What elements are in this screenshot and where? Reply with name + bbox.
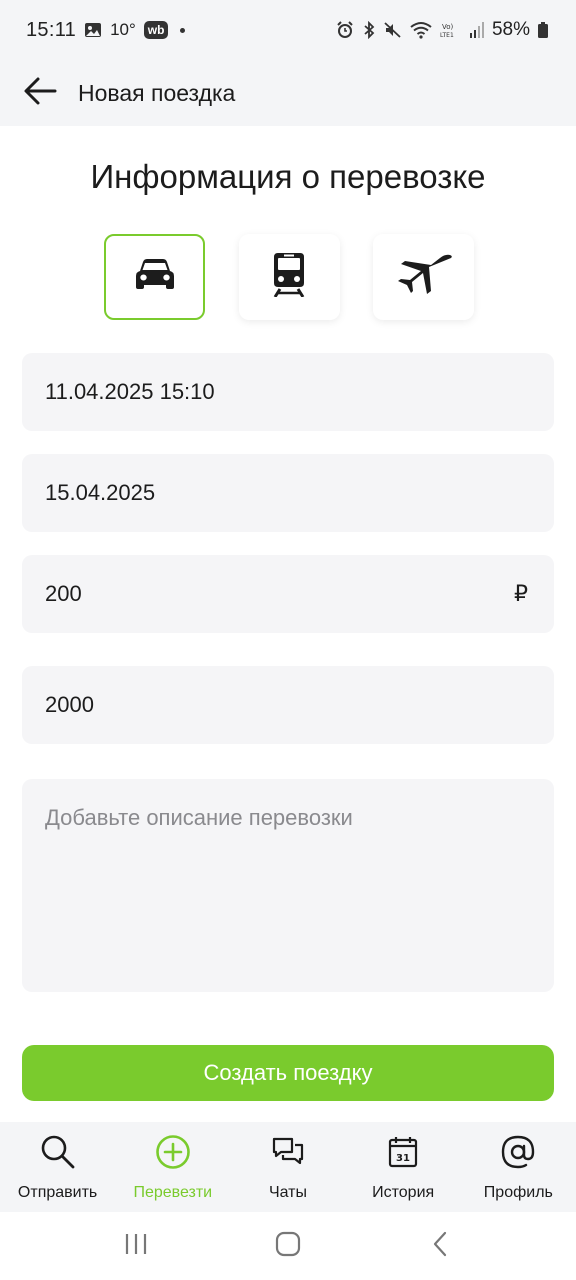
description-textarea[interactable]: Добавьте описание перевозки bbox=[22, 779, 554, 992]
chevron-left-icon bbox=[432, 1231, 448, 1262]
nav-item-send[interactable]: Отправить bbox=[0, 1132, 115, 1202]
nav-item-chats[interactable]: Чаты bbox=[230, 1132, 345, 1202]
signal-icon bbox=[469, 22, 484, 38]
nav-label-chats: Чаты bbox=[268, 1184, 307, 1201]
calendar-day: 31 bbox=[396, 1153, 410, 1164]
recent-apps-button[interactable] bbox=[96, 1221, 176, 1271]
nav-item-history[interactable]: 31 История bbox=[346, 1132, 461, 1202]
train-icon bbox=[273, 252, 305, 302]
transport-type-selector bbox=[104, 234, 474, 320]
battery-icon bbox=[538, 22, 548, 38]
status-bar: 15:11 10° wb Vo) LTE1 58% bbox=[0, 0, 576, 60]
battery-percent: 58% bbox=[491, 19, 530, 40]
status-temperature: 10° bbox=[110, 20, 136, 39]
section-heading: Информация о перевозке bbox=[90, 158, 486, 195]
nav-label-history: История bbox=[372, 1184, 435, 1201]
mute-icon bbox=[384, 21, 402, 39]
system-back-button[interactable] bbox=[400, 1221, 480, 1271]
nav-label-send: Отправить bbox=[17, 1184, 98, 1201]
car-icon bbox=[135, 258, 175, 297]
wifi-icon bbox=[410, 21, 432, 39]
back-button[interactable] bbox=[0, 60, 80, 126]
nav-item-profile[interactable]: Профиль bbox=[461, 1132, 576, 1202]
volte-icon: Vo) LTE1 bbox=[440, 21, 462, 39]
nav-label-profile: Профиль bbox=[483, 1184, 553, 1201]
departure-datetime-value: 11.04.2025 15:10 bbox=[45, 379, 215, 404]
airplane-icon bbox=[395, 254, 453, 301]
bottom-navigation: Отправить Перевезти Чаты 31 История Проф… bbox=[0, 1122, 576, 1212]
status-bar-right: Vo) LTE1 58% bbox=[336, 19, 548, 41]
arrow-left-icon bbox=[23, 76, 57, 111]
quantity-value: 2000 bbox=[45, 692, 94, 717]
recent-apps-icon bbox=[124, 1233, 148, 1260]
create-trip-button[interactable]: Создать поездку bbox=[22, 1045, 554, 1101]
app-bar: Новая поездка bbox=[0, 60, 576, 126]
status-bar-left: 15:11 10° wb bbox=[26, 18, 186, 42]
status-time: 15:11 bbox=[26, 18, 77, 41]
arrival-date-value: 15.04.2025 bbox=[45, 480, 156, 505]
page-title: Новая поездка bbox=[78, 79, 236, 106]
price-value: 200 bbox=[45, 581, 82, 606]
quantity-field[interactable]: 2000 bbox=[22, 666, 554, 744]
notification-dot bbox=[180, 27, 186, 33]
transport-car-button[interactable] bbox=[104, 234, 205, 320]
transport-train-button[interactable] bbox=[238, 234, 340, 320]
gallery-icon bbox=[84, 22, 102, 38]
price-field[interactable]: 200 ₽ bbox=[22, 555, 554, 633]
transport-plane-button[interactable] bbox=[373, 234, 474, 320]
home-button[interactable] bbox=[248, 1221, 328, 1271]
search-icon bbox=[40, 1132, 76, 1172]
wb-badge: wb bbox=[143, 21, 169, 39]
svg-text:LTE1: LTE1 bbox=[440, 32, 454, 39]
nav-label-carry: Перевезти bbox=[133, 1184, 213, 1201]
svg-text:Vo): Vo) bbox=[442, 23, 454, 31]
description-placeholder: Добавьте описание перевозки bbox=[45, 805, 353, 830]
currency-suffix: ₽ bbox=[514, 581, 528, 606]
alarm-icon bbox=[336, 21, 354, 39]
system-navigation-bar bbox=[0, 1212, 576, 1280]
calendar-icon: 31 bbox=[388, 1132, 418, 1172]
bluetooth-icon bbox=[362, 21, 376, 39]
plus-circle-icon bbox=[155, 1132, 191, 1172]
departure-datetime-field[interactable]: 11.04.2025 15:10 bbox=[22, 353, 554, 431]
chat-icon bbox=[272, 1132, 304, 1172]
nav-item-carry[interactable]: Перевезти bbox=[115, 1132, 230, 1202]
arrival-date-field[interactable]: 15.04.2025 bbox=[22, 454, 554, 532]
at-sign-icon bbox=[501, 1132, 535, 1172]
home-icon bbox=[275, 1231, 301, 1262]
